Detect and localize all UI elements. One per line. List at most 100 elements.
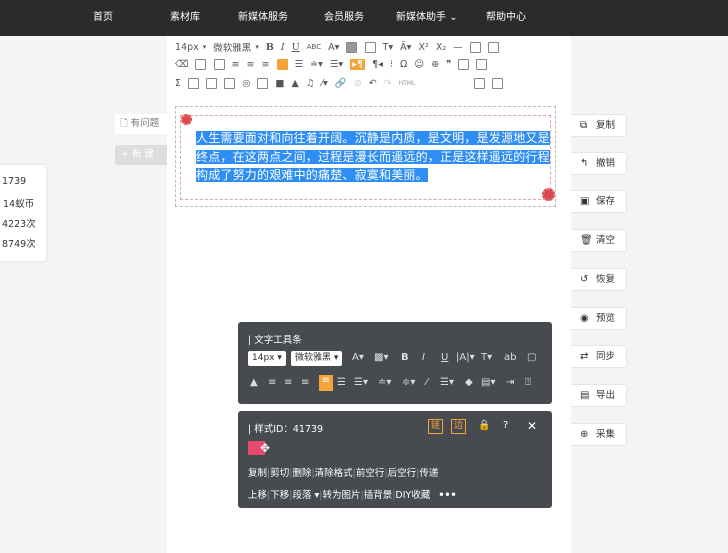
strikethrough-icon[interactable]: ABC <box>307 43 321 51</box>
move-down-action[interactable]: 下移 <box>270 487 289 501</box>
problem-button[interactable]: 🗋 有问题 <box>115 114 167 134</box>
strikethrough-icon[interactable]: ab <box>504 352 516 363</box>
rtl-icon[interactable]: ¶◂ <box>372 59 383 70</box>
font-family-dropdown[interactable]: 微软雅黑 ▾ <box>291 351 343 366</box>
text-format-icon[interactable]: T▾ <box>383 42 394 53</box>
align-center-icon[interactable]: ≡ <box>284 377 292 388</box>
help-icon[interactable]: ? <box>503 420 508 431</box>
edit-icon[interactable] <box>474 78 486 89</box>
table-icon[interactable] <box>458 59 470 70</box>
ltr-icon[interactable]: ▸¶ <box>350 59 366 70</box>
cut-action[interactable]: 剪切 <box>270 465 289 479</box>
search-icon[interactable]: ⊕ <box>431 59 439 70</box>
blockquote-icon[interactable]: ❞ <box>446 59 451 70</box>
nav-member-service[interactable]: 会员服务 <box>324 0 364 36</box>
align-right-icon[interactable]: ≡ <box>262 59 270 70</box>
save-button[interactable]: ▣ 保存 <box>571 190 627 213</box>
video-icon[interactable]: ■ <box>276 78 285 89</box>
clear-format-action[interactable]: 清除格式 <box>315 465 353 479</box>
align-justify-icon[interactable] <box>276 59 288 70</box>
blank-line-before-action[interactable]: 前空行 <box>356 465 385 479</box>
eraser-icon[interactable]: ◆ <box>465 377 473 388</box>
line-height-icon[interactable]: ☰ <box>295 59 304 70</box>
subscript-icon[interactable]: X₂ <box>436 42 446 53</box>
nav-material-library[interactable]: 素材库 <box>170 0 200 36</box>
pass-action[interactable]: 传递 <box>419 465 438 479</box>
screenshot-icon[interactable] <box>257 78 269 89</box>
letter-spacing-icon[interactable]: ≑▾ <box>402 377 415 388</box>
multi-image-icon[interactable] <box>206 78 218 89</box>
collect-button[interactable]: ⊕ 采集 <box>571 423 627 446</box>
image-icon[interactable] <box>188 78 200 89</box>
move-icon[interactable]: ✥ <box>260 441 270 455</box>
paragraph-spacing-icon[interactable]: ≐▾ <box>378 377 391 388</box>
frame-icon[interactable]: ▢ <box>527 352 536 363</box>
font-color-icon[interactable]: A▾ <box>352 352 364 363</box>
font-color-icon[interactable]: A▾ <box>328 42 339 53</box>
copy-action[interactable]: 复制 <box>248 465 267 479</box>
link-icon[interactable]: 🔗 <box>335 78 347 89</box>
edge-button[interactable]: 边 <box>451 419 466 434</box>
underline-icon[interactable]: U <box>292 42 300 53</box>
paragraph-action[interactable]: 段落 <box>292 487 311 501</box>
nav-new-media-service[interactable]: 新媒体服务 <box>238 0 288 36</box>
text-shadow-icon[interactable]: Ā▾ <box>400 42 411 53</box>
clear-button[interactable]: 🗑 清空 <box>571 229 627 252</box>
list-icon[interactable]: ☰▾ <box>330 59 343 70</box>
move-up-action[interactable]: 上移 <box>248 487 267 501</box>
copy-button[interactable]: ⧉ 复制 <box>571 114 627 137</box>
unlink-icon[interactable]: ⊘ <box>354 78 362 89</box>
superscript-icon[interactable]: X² <box>418 42 428 53</box>
undo-button[interactable]: ↰ 撤销 <box>571 152 627 175</box>
restore-button[interactable]: ↺ 恢复 <box>571 268 627 291</box>
sync-button[interactable]: ⇄ 同步 <box>571 345 627 368</box>
align-center-icon[interactable]: ≡ <box>247 59 255 70</box>
preview-button[interactable]: ◉ 预览 <box>571 307 627 330</box>
selected-text[interactable]: 人生需要面对和向往着开阔。沉静是内质，是文明，是发源地又是终点，在这两点之间，过… <box>196 129 551 185</box>
font-size-dropdown[interactable]: 14px ▾ <box>248 351 286 366</box>
redo-arrow-icon[interactable]: ↷ <box>384 78 392 89</box>
sigma-icon[interactable]: Σ <box>175 78 181 89</box>
align-left-icon[interactable]: ≡ <box>232 59 240 70</box>
more-icon[interactable]: ••• <box>438 490 456 501</box>
magic-icon[interactable]: ⁄▾ <box>321 78 327 89</box>
line-height-icon[interactable]: ☰▾ <box>354 377 368 388</box>
diy-collect-action[interactable]: DIY收藏 <box>395 487 430 501</box>
quote-icon[interactable]: ⁝ <box>390 59 393 70</box>
upload-icon[interactable]: ▲ <box>292 78 299 89</box>
delete-action[interactable]: 删除 <box>292 465 311 479</box>
background-color-icon[interactable]: ▩▾ <box>374 352 388 363</box>
map-icon[interactable]: ◎ <box>242 78 250 89</box>
shading-icon[interactable]: ▤▾ <box>481 377 495 388</box>
nav-home[interactable]: 首页 <box>93 0 113 36</box>
eraser-icon[interactable]: ⌫ <box>175 59 188 70</box>
text-size-icon[interactable]: T▾ <box>481 352 492 363</box>
new-page-icon[interactable] <box>469 41 481 53</box>
to-image-action[interactable]: 转为图片 <box>322 487 360 501</box>
align-right-icon[interactable]: ≡ <box>301 377 309 388</box>
music-icon[interactable]: ♫ <box>306 78 315 89</box>
html-button[interactable]: HTML <box>399 80 416 87</box>
close-icon[interactable]: ✕ <box>527 419 537 433</box>
lock-icon[interactable]: 🔒 <box>478 420 490 431</box>
chain-button[interactable]: 链 <box>428 419 443 434</box>
list-icon[interactable]: ☰▾ <box>440 377 454 388</box>
font-family-select[interactable]: 微软雅黑 <box>213 40 251 54</box>
background-color-icon[interactable] <box>346 41 358 53</box>
align-left-icon[interactable]: ≡ <box>268 377 276 388</box>
horizontal-rule-icon[interactable]: — <box>453 42 463 53</box>
indent-icon[interactable]: ☰ <box>337 377 346 388</box>
edit-page-icon[interactable] <box>487 41 499 53</box>
format-painter-icon[interactable]: ▲ <box>250 377 258 388</box>
fullscreen-icon[interactable] <box>492 78 504 89</box>
export-button[interactable]: ▤ 导出 <box>571 384 627 407</box>
italic-icon[interactable]: I <box>281 42 285 53</box>
indent-icon[interactable] <box>213 59 225 70</box>
align-justify-icon[interactable]: ≡ <box>319 375 333 391</box>
nav-new-media-assistant[interactable]: 新媒体助手 ⌄ <box>396 0 458 36</box>
content-box[interactable]: 人生需要面对和向往着开阔。沉静是内质，是文明，是发源地又是终点，在这两点之间，过… <box>175 106 556 207</box>
paragraph-format-icon[interactable] <box>195 59 207 70</box>
new-button[interactable]: + 新 建 <box>115 145 167 165</box>
nav-help-center[interactable]: 帮助中心 <box>486 0 526 36</box>
border-icon[interactable] <box>364 41 376 53</box>
